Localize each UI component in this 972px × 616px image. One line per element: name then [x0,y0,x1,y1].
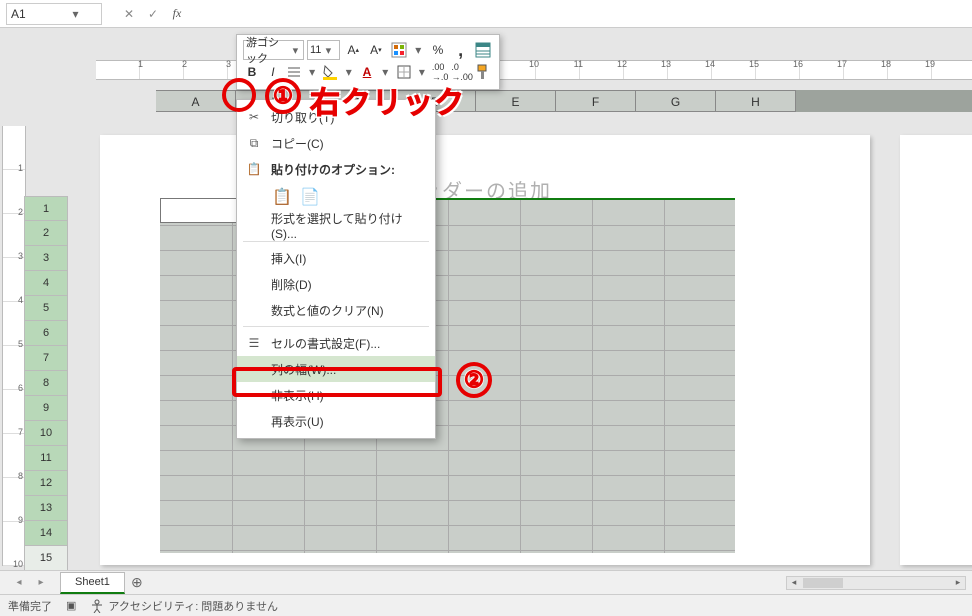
annotation-highlight-box [232,367,442,397]
menu-format-cells[interactable]: ☰セルの書式設定(F)... [237,330,435,356]
menu-copy[interactable]: ⧉コピー(C) [237,130,435,156]
align-dd-icon[interactable]: ▾ [306,65,319,79]
paste-option-values-icon[interactable]: 📄 [299,186,321,208]
menu-paste-options-label: 📋貼り付けのオプション: [237,156,435,182]
copy-icon: ⧉ [245,136,263,151]
cf-dd-icon[interactable]: ▾ [411,43,425,57]
menu-delete[interactable]: 削除(D) [237,271,435,297]
menu-insert[interactable]: 挿入(I) [237,245,435,271]
enter-icon[interactable]: ✓ [144,7,162,21]
comma-icon[interactable]: , [451,40,471,60]
row-header-15[interactable]: 15 [24,546,68,571]
row-header-3[interactable]: 3 [24,246,68,271]
annotation-number-2: ② [456,362,492,398]
decrease-font-icon[interactable]: A▾ [366,40,386,60]
column-header-G[interactable]: G [636,90,716,112]
row-header-6[interactable]: 6 [24,321,68,346]
row-header-12[interactable]: 12 [24,471,68,496]
annotation-number-1: ① [265,78,301,114]
sheet-tab-bar: ◂▸ Sheet1 ⊕ ◂ ▸ [0,570,972,594]
menu-separator [243,326,429,327]
worksheet-page-next [900,135,972,565]
status-bar: 準備完了 ▣ アクセシビリティ: 問題ありません [0,594,972,616]
row-header-4[interactable]: 4 [24,271,68,296]
row-header-2[interactable]: 2 [24,221,68,246]
fontcolor-dd-icon[interactable]: ▾ [379,65,392,79]
cancel-icon[interactable]: ✕ [120,7,138,21]
name-box-value: A1 [11,7,54,21]
row-header-7[interactable]: 7 [24,346,68,371]
row-header-10[interactable]: 10 [24,421,68,446]
add-sheet-button[interactable]: ⊕ [125,574,149,591]
row-header-14[interactable]: 14 [24,521,68,546]
menu-separator [243,241,429,242]
status-accessibility[interactable]: アクセシビリティ: 問題ありません [90,598,278,614]
scroll-left-icon[interactable]: ◂ [787,577,801,589]
worksheet-page: ッダーの追加 [100,135,870,565]
column-header-F[interactable]: F [556,90,636,112]
paste-icon: 📋 [245,162,263,176]
name-box-dropdown-icon[interactable]: ▾ [54,7,97,21]
row-header-9[interactable]: 9 [24,396,68,421]
conditional-format-icon[interactable] [389,40,409,60]
column-header-E[interactable]: E [476,90,556,112]
increase-font-icon[interactable]: A▴ [343,40,363,60]
row-header-8[interactable]: 8 [24,371,68,396]
row-header-5[interactable]: 5 [24,296,68,321]
active-cell[interactable] [160,198,240,223]
fill-dd-icon[interactable]: ▾ [342,65,355,79]
paste-option-default-icon[interactable]: 📋 [271,186,293,208]
status-ready: 準備完了 [8,598,52,614]
scroll-thumb[interactable] [803,578,843,588]
formula-bar: A1 ▾ ✕ ✓ fx [0,0,972,28]
horizontal-ruler: 12345678910111213141516171819 [96,60,972,80]
horizontal-scrollbar[interactable]: ◂ ▸ [786,576,966,590]
percent-icon[interactable]: % [428,40,448,60]
cut-icon: ✂ [245,110,263,124]
font-family-select[interactable]: 游ゴシック▾ [243,40,304,60]
sheet-nav[interactable]: ◂▸ [0,577,60,588]
format-cells-icon: ☰ [245,336,263,350]
menu-paste-options: 📋 📄 [237,182,435,212]
menu-paste-special[interactable]: 形式を選択して貼り付け(S)... [237,212,435,238]
menu-clear[interactable]: 数式と値のクリア(N) [237,297,435,323]
row-header-1[interactable]: 1 [24,196,68,221]
column-header-H[interactable]: H [716,90,796,112]
row-header-13[interactable]: 13 [24,496,68,521]
row-headers[interactable]: 123456789101112131415 [24,196,68,571]
font-size-select[interactable]: 11▾ [307,40,340,60]
vertical-ruler: 1234567891011 [2,126,26,566]
format-painter-icon[interactable] [475,62,493,82]
border-dd-icon[interactable]: ▾ [416,65,429,79]
name-box[interactable]: A1 ▾ [6,3,102,25]
accessibility-icon [90,599,104,613]
annotation-circle [222,78,256,112]
menu-unhide[interactable]: 再表示(U) [237,408,435,434]
annotation-label-1: 右クリック [310,78,465,122]
sheet-tab-active[interactable]: Sheet1 [60,572,125,594]
table-format-icon[interactable] [473,40,493,60]
fx-icon[interactable]: fx [168,6,186,21]
macro-record-icon[interactable]: ▣ [66,599,76,612]
row-header-11[interactable]: 11 [24,446,68,471]
scroll-right-icon[interactable]: ▸ [951,577,965,589]
